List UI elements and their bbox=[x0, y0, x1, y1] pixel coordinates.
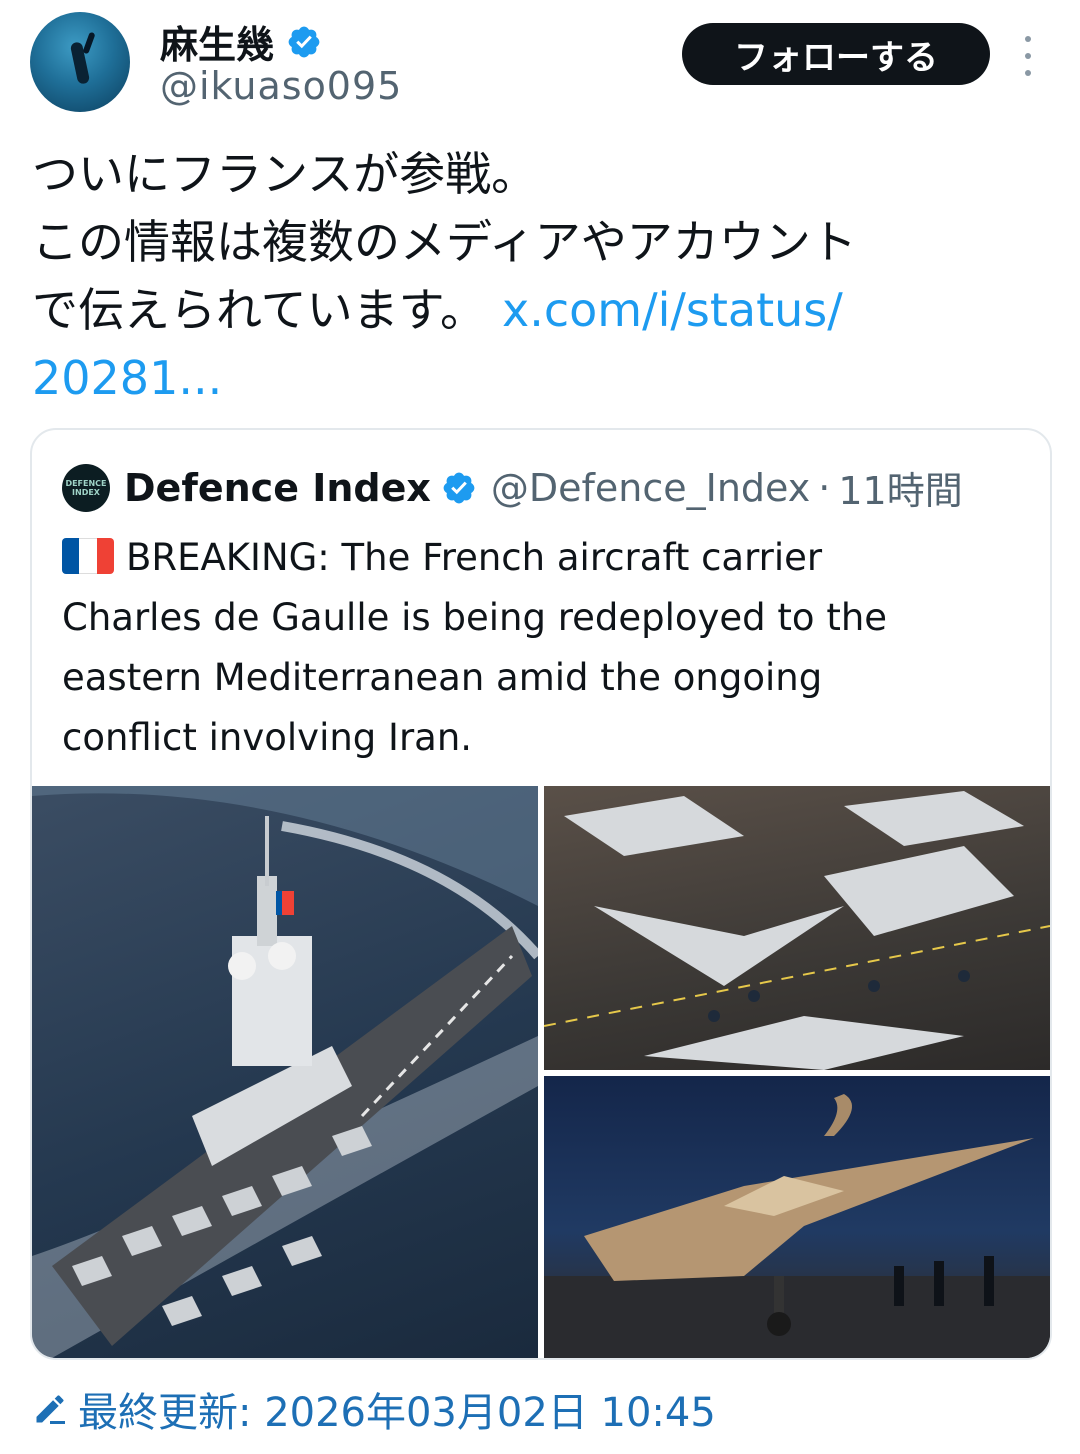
french-flag-icon bbox=[62, 538, 114, 574]
avatar-fin bbox=[82, 31, 96, 55]
quoted-timestamp[interactable]: 11時間 bbox=[838, 460, 962, 515]
tweet-text-line: ついにフランスが参戦。 bbox=[32, 147, 538, 201]
author-handle[interactable]: @ikuaso095 bbox=[160, 64, 402, 108]
quoted-tweet-card[interactable]: DEFENCE INDEX Defence Index @Defence_Inde… bbox=[30, 428, 1052, 1360]
tweet-text-line: この情報は複数のメディアやアカウント bbox=[32, 215, 857, 269]
last-updated-text: 最終更新: 2026年03月02日 10:45 bbox=[78, 1390, 716, 1436]
quoted-text-line: eastern Mediterranean amid the ongoing bbox=[62, 656, 823, 699]
defence-index-logo[interactable]: DEFENCE INDEX bbox=[62, 463, 110, 512]
verified-badge-icon bbox=[443, 472, 475, 503]
quoted-tweet-header: DEFENCE INDEX Defence Index @Defence_Inde… bbox=[62, 460, 963, 515]
follow-button[interactable]: フォローする bbox=[682, 23, 990, 85]
quoted-author-name[interactable]: Defence Index bbox=[124, 466, 431, 510]
pencil-icon bbox=[36, 1395, 65, 1424]
quoted-text-line: Charles de Gaulle is being redeployed to… bbox=[62, 596, 888, 639]
media-grid bbox=[32, 786, 1050, 1358]
quoted-text-line: BREAKING: The French aircraft carrier bbox=[126, 536, 823, 579]
quoted-text-line: conflict involving Iran. bbox=[62, 716, 473, 759]
author-name-row: 麻生幾 bbox=[160, 14, 322, 69]
more-options-icon[interactable] bbox=[1018, 36, 1038, 76]
last-updated: 最終更新: 2026年03月02日 10:45 bbox=[32, 1380, 716, 1438]
quoted-author-handle[interactable]: @Defence_Index bbox=[491, 466, 810, 510]
rafale-jets-on-deck-photo[interactable] bbox=[544, 786, 1050, 1070]
quoted-tweet-text: BREAKING: The French aircraft carrier Ch… bbox=[62, 528, 1022, 768]
tweet-link[interactable]: x.com/i/status/ bbox=[502, 283, 843, 337]
rafale-jet-night-photo[interactable] bbox=[544, 1076, 1050, 1358]
separator-dot: · bbox=[818, 465, 831, 510]
verified-badge-icon bbox=[288, 26, 320, 57]
tweet-link-continued[interactable]: 20281... bbox=[32, 344, 1042, 412]
tweet-text-line: で伝えられています。 bbox=[32, 283, 487, 337]
avatar[interactable] bbox=[30, 12, 130, 112]
aircraft-carrier-photo[interactable] bbox=[32, 786, 538, 1358]
tweet-text: ついにフランスが参戦。 この情報は複数のメディアやアカウント で伝えられています… bbox=[32, 140, 1042, 412]
author-display-name[interactable]: 麻生幾 bbox=[160, 14, 274, 69]
